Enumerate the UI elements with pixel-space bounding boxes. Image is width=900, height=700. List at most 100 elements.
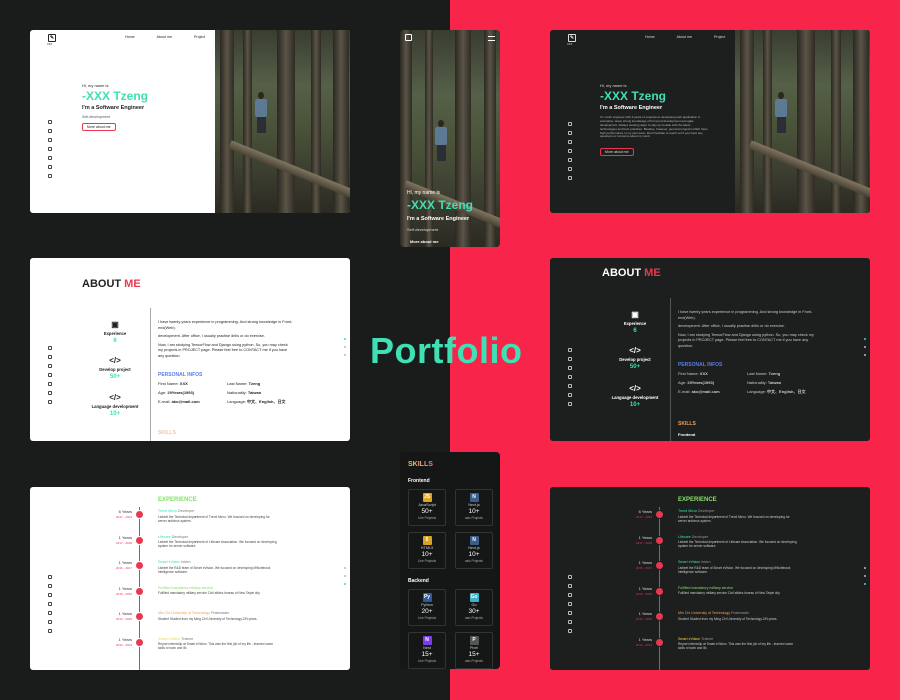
timeline-dot-icon <box>135 510 144 519</box>
chat-icon[interactable] <box>48 611 52 615</box>
skill-card[interactable]: N Next.js 10+ asic Projects <box>455 532 493 569</box>
side-icons-about <box>48 346 52 404</box>
home-icon[interactable] <box>568 575 572 579</box>
skill-card[interactable]: Py Python 20+ Live Projects <box>408 589 446 626</box>
more-about-button[interactable]: More about me <box>82 123 116 131</box>
nav-project[interactable]: Project <box>194 35 205 39</box>
person-icon[interactable] <box>568 176 572 180</box>
home-icon[interactable] <box>568 348 572 352</box>
send-icon[interactable] <box>568 593 572 597</box>
list-icon[interactable] <box>48 373 52 377</box>
send-icon[interactable] <box>568 140 572 144</box>
page-dot[interactable] <box>344 346 346 348</box>
send-icon[interactable] <box>568 366 572 370</box>
user-icon[interactable] <box>568 357 572 361</box>
side-icons-dark <box>568 122 572 180</box>
page-dot[interactable] <box>864 575 866 577</box>
list-icon[interactable] <box>568 602 572 606</box>
skill-count: 50+ <box>421 508 433 515</box>
about-p1: I have twenty years experience in progra… <box>158 320 293 330</box>
list-icon[interactable] <box>568 375 572 379</box>
home-icon[interactable] <box>568 122 572 126</box>
chat-icon[interactable] <box>568 158 572 162</box>
send-icon[interactable] <box>48 364 52 368</box>
page-dot[interactable] <box>344 567 346 569</box>
user-icon[interactable] <box>48 355 52 359</box>
person-icon[interactable] <box>568 402 572 406</box>
send-icon[interactable] <box>48 138 52 142</box>
years-range: 2017 - 2023 <box>635 515 652 519</box>
nav-home[interactable]: Home <box>645 35 655 39</box>
timeline-dot-icon <box>655 637 664 647</box>
home-icon[interactable] <box>48 120 52 124</box>
send-icon[interactable] <box>48 593 52 597</box>
list-icon[interactable] <box>48 602 52 606</box>
grid-icon[interactable] <box>48 165 52 169</box>
skill-name: Go <box>471 603 477 607</box>
page-dot[interactable] <box>864 338 866 340</box>
grid-icon[interactable] <box>568 620 572 624</box>
user-icon[interactable] <box>568 584 572 588</box>
person-icon[interactable] <box>48 174 52 178</box>
skill-card[interactable]: JS JavaScript 50+ Live Projects <box>408 489 446 526</box>
nav-project[interactable]: Project <box>714 35 725 39</box>
home-icon[interactable] <box>48 346 52 350</box>
timeline-dot-icon <box>655 612 664 621</box>
entry-title: Trend Micro Developer <box>158 509 278 514</box>
hero-greeting: Hi, my name is <box>82 83 109 88</box>
skill-card[interactable]: N Next.js 10+ asic Projects <box>455 489 493 526</box>
more-about-button-dark[interactable]: More about me <box>600 148 634 156</box>
stat-value: 6 <box>113 338 117 344</box>
skill-card[interactable]: 5 HTML5 10+ Live Projects <box>408 532 446 569</box>
mobile-logo-icon[interactable] <box>405 34 412 41</box>
page-dot[interactable] <box>344 338 346 340</box>
user-icon[interactable] <box>568 131 572 135</box>
grid-icon[interactable] <box>568 393 572 397</box>
timeline-entry: Lifecare Developer Lisbeel the Technical … <box>678 535 798 549</box>
grid-icon[interactable] <box>568 167 572 171</box>
page-dot[interactable] <box>344 575 346 577</box>
user-icon[interactable] <box>48 129 52 133</box>
nav-home[interactable]: Home <box>125 35 135 39</box>
page-dot[interactable] <box>344 583 346 585</box>
person-icon[interactable] <box>568 629 572 633</box>
person-icon[interactable] <box>48 400 52 404</box>
chat-icon[interactable] <box>48 156 52 160</box>
nav-about[interactable]: About me <box>677 35 692 39</box>
menu-icon[interactable] <box>488 36 495 41</box>
nav-about[interactable]: About me <box>157 35 172 39</box>
page-dot[interactable] <box>864 567 866 569</box>
grid-icon[interactable] <box>48 391 52 395</box>
info-value: Taiwan <box>247 389 262 395</box>
entry-company: Trend Micro <box>678 509 698 513</box>
mobile-name: -XXX Tzeng <box>407 198 474 212</box>
person-icon[interactable] <box>48 629 52 633</box>
list-icon[interactable] <box>48 147 52 151</box>
chat-icon[interactable] <box>568 384 572 388</box>
about-card-light: ABOUT ME ▣ Experience 6 </> Develop proj… <box>30 258 350 441</box>
stat-value: 10+ <box>109 411 121 417</box>
page-dot[interactable] <box>344 354 346 356</box>
code-icon: </> <box>109 393 121 402</box>
page-dot[interactable] <box>864 354 866 356</box>
skill-card[interactable]: P Pixel 15+ asic Projects <box>455 632 493 669</box>
page-dot[interactable] <box>864 583 866 585</box>
hero-card-mobile: Hi, my name is -XXX Tzeng I'm a Software… <box>400 30 500 247</box>
list-icon[interactable] <box>568 149 572 153</box>
chat-icon[interactable] <box>568 611 572 615</box>
mobile-greeting: Hi, my name is <box>407 190 441 196</box>
stat-label: Develop project <box>619 357 651 362</box>
skill-card[interactable]: N Nest 15+ Live Projects <box>408 632 446 669</box>
skills-title-dark: SKILLS <box>678 421 696 427</box>
logo-icon[interactable]: ✎ <box>48 34 56 42</box>
logo-icon-dark[interactable]: ✎ <box>568 34 576 42</box>
mobile-more-button[interactable]: More about me <box>410 239 438 244</box>
chat-icon[interactable] <box>48 382 52 386</box>
skill-card[interactable]: Go Go 30+ asic Projects <box>455 589 493 626</box>
home-icon[interactable] <box>48 575 52 579</box>
page-dot[interactable] <box>864 346 866 348</box>
user-icon[interactable] <box>48 584 52 588</box>
grid-icon[interactable] <box>48 620 52 624</box>
timeline-entry: Fulfilled mandatory military service Ful… <box>678 586 798 596</box>
info-label: Last Name: <box>227 381 248 386</box>
